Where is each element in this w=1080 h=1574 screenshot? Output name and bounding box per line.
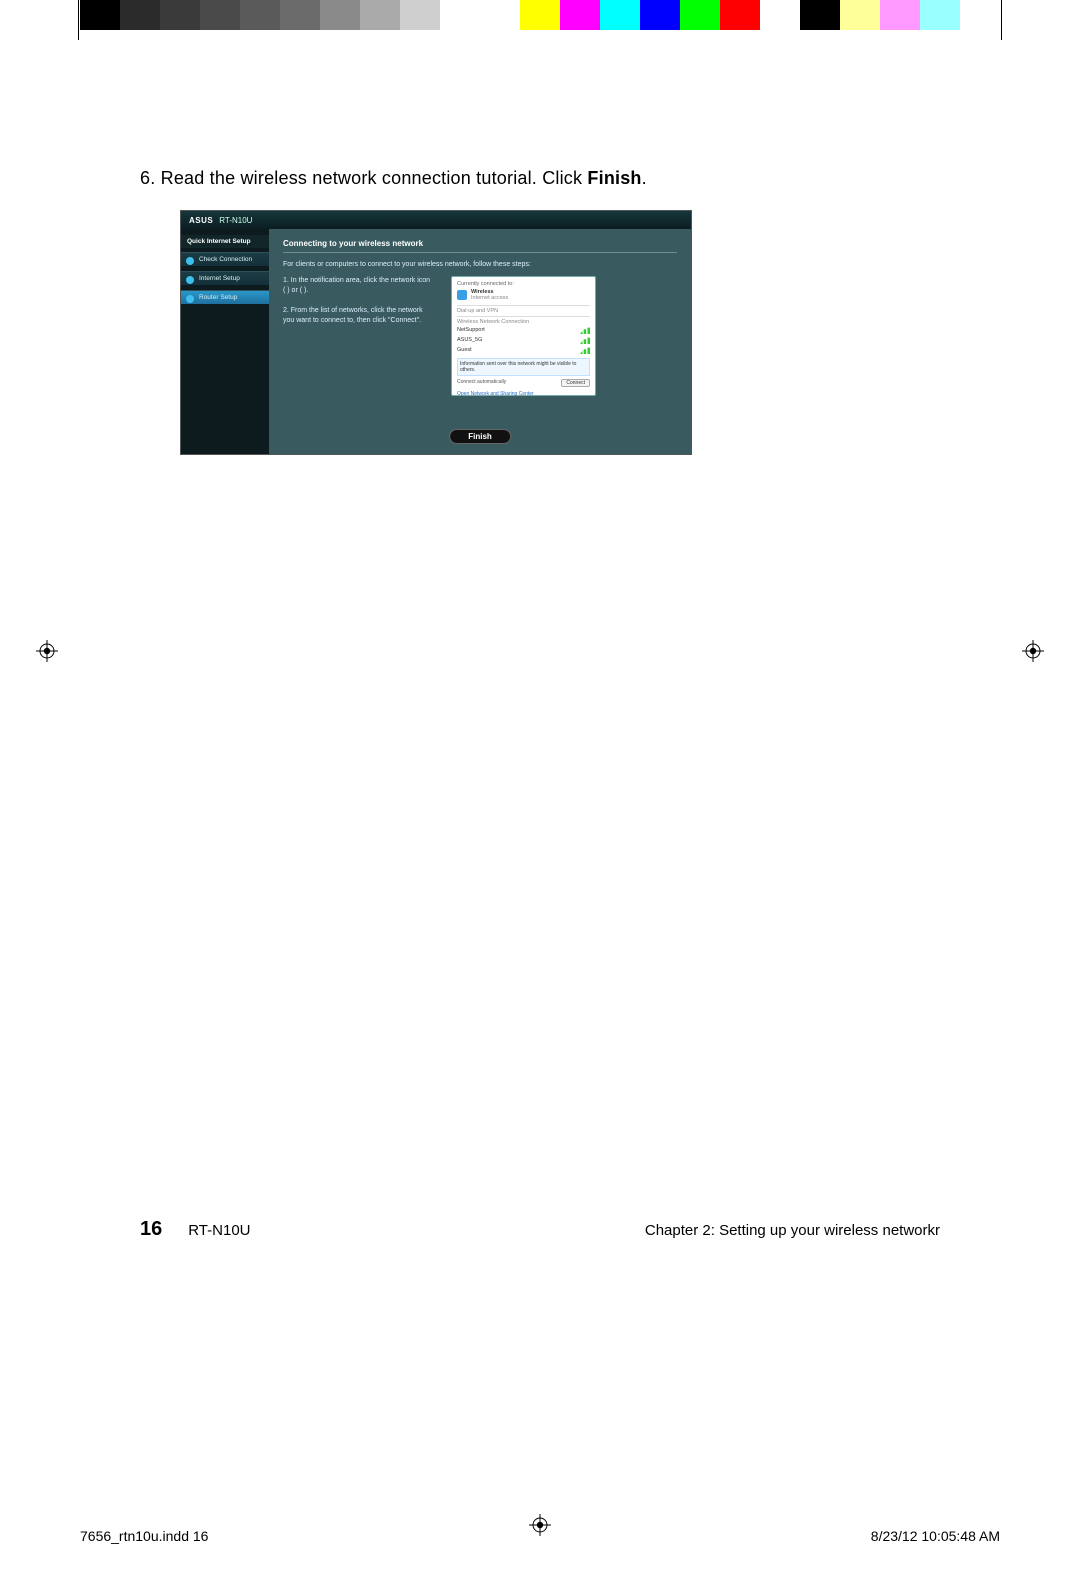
network-name: NetSupport [457, 327, 485, 333]
panel-intro: For clients or computers to connect to y… [283, 261, 677, 268]
step-bold-word: Finish [587, 168, 641, 188]
slug-timestamp: 8/23/12 10:05:48 AM [871, 1528, 1000, 1544]
sidebar-item-router-setup[interactable]: Router Setup [181, 290, 269, 305]
panel-title: Connecting to your wireless network [283, 239, 677, 248]
footer-model: RT-N10U [188, 1222, 250, 1239]
windows-network-popup: Currently connected to: Wireless Interne… [451, 276, 596, 396]
sidebar-item-check-connection[interactable]: Check Connection [181, 252, 269, 267]
panel-steps: 1. In the notification area, click the n… [283, 276, 433, 396]
color-swatch [920, 0, 960, 30]
color-swatch [80, 0, 120, 30]
color-swatch [200, 0, 240, 30]
network-row[interactable]: Guest [457, 345, 590, 355]
step-number: 6. [140, 168, 155, 188]
color-swatch [680, 0, 720, 30]
color-swatch [360, 0, 400, 30]
signal-bars-icon [580, 336, 590, 344]
signal-bars-icon [580, 326, 590, 334]
router-brand: ASUS [189, 216, 213, 225]
connect-button[interactable]: Connect [561, 379, 590, 387]
color-swatch [120, 0, 160, 30]
color-swatch [640, 0, 680, 30]
sidebar-item-label: Check Connection [199, 256, 252, 263]
router-ui-screenshot: ASUS RT-N10U Quick Internet Setup Check … [180, 210, 692, 455]
printer-color-bar [80, 0, 1000, 30]
color-swatch [800, 0, 840, 30]
registration-mark-icon [1022, 640, 1044, 662]
network-row[interactable]: ASUS_5G [457, 335, 590, 345]
color-swatch [840, 0, 880, 30]
router-main-panel: Connecting to your wireless network For … [269, 229, 691, 454]
router-header: ASUS RT-N10U [181, 211, 691, 229]
step-text-before: Read the wireless network connection tut… [155, 168, 587, 188]
color-swatch [440, 0, 480, 30]
sidebar-item-internet-setup[interactable]: Internet Setup [181, 271, 269, 286]
color-swatch [280, 0, 320, 30]
sidebar-item-label: Internet Setup [199, 275, 240, 282]
indesign-slug: 7656_rtn10u.indd 16 8/23/12 10:05:48 AM [80, 1528, 1000, 1544]
color-swatch [880, 0, 920, 30]
page-number: 16 [140, 1218, 162, 1241]
popup-header: Currently connected to: [457, 281, 590, 287]
popup-footer-link[interactable]: Open Network and Sharing Center [457, 391, 590, 397]
instruction-step-6: 6. Read the wireless network connection … [140, 168, 940, 189]
registration-mark-icon [36, 640, 58, 662]
popup-wireless-sub: Internet access [471, 295, 508, 301]
signal-bars-icon [580, 346, 590, 354]
color-swatch [400, 0, 440, 30]
finish-button[interactable]: Finish [449, 429, 511, 444]
panel-step-2: 2. From the list of networks, click the … [283, 306, 433, 326]
popup-section-dialup: Dial-up and VPN [457, 308, 590, 314]
color-swatch [600, 0, 640, 30]
color-swatch [320, 0, 360, 30]
slug-file: 7656_rtn10u.indd 16 [80, 1528, 208, 1544]
sidebar-item-label: Router Setup [199, 294, 237, 301]
router-sidebar: Quick Internet Setup Check Connection In… [181, 229, 269, 454]
popup-auto-connect[interactable]: Connect automatically [457, 379, 506, 387]
network-name: Guest [457, 347, 472, 353]
wireless-icon [457, 290, 467, 300]
color-swatch [720, 0, 760, 30]
color-swatch [960, 0, 1000, 30]
color-swatch [560, 0, 600, 30]
popup-warning: Information sent over this network might… [457, 358, 590, 376]
sidebar-header: Quick Internet Setup [181, 235, 269, 248]
router-model: RT-N10U [219, 216, 252, 225]
page-footer: 16 RT-N10U Chapter 2: Setting up your wi… [140, 1218, 940, 1241]
network-name: ASUS_5G [457, 337, 482, 343]
step-text-after: . [642, 168, 647, 188]
color-swatch [160, 0, 200, 30]
color-swatch [240, 0, 280, 30]
color-swatch [520, 0, 560, 30]
color-swatch [760, 0, 800, 30]
network-row[interactable]: NetSupport [457, 325, 590, 335]
crop-line [1001, 0, 1002, 40]
color-swatch [480, 0, 520, 30]
panel-step-1: 1. In the notification area, click the n… [283, 276, 433, 296]
crop-line [78, 0, 79, 40]
footer-chapter: Chapter 2: Setting up your wireless netw… [645, 1222, 940, 1239]
